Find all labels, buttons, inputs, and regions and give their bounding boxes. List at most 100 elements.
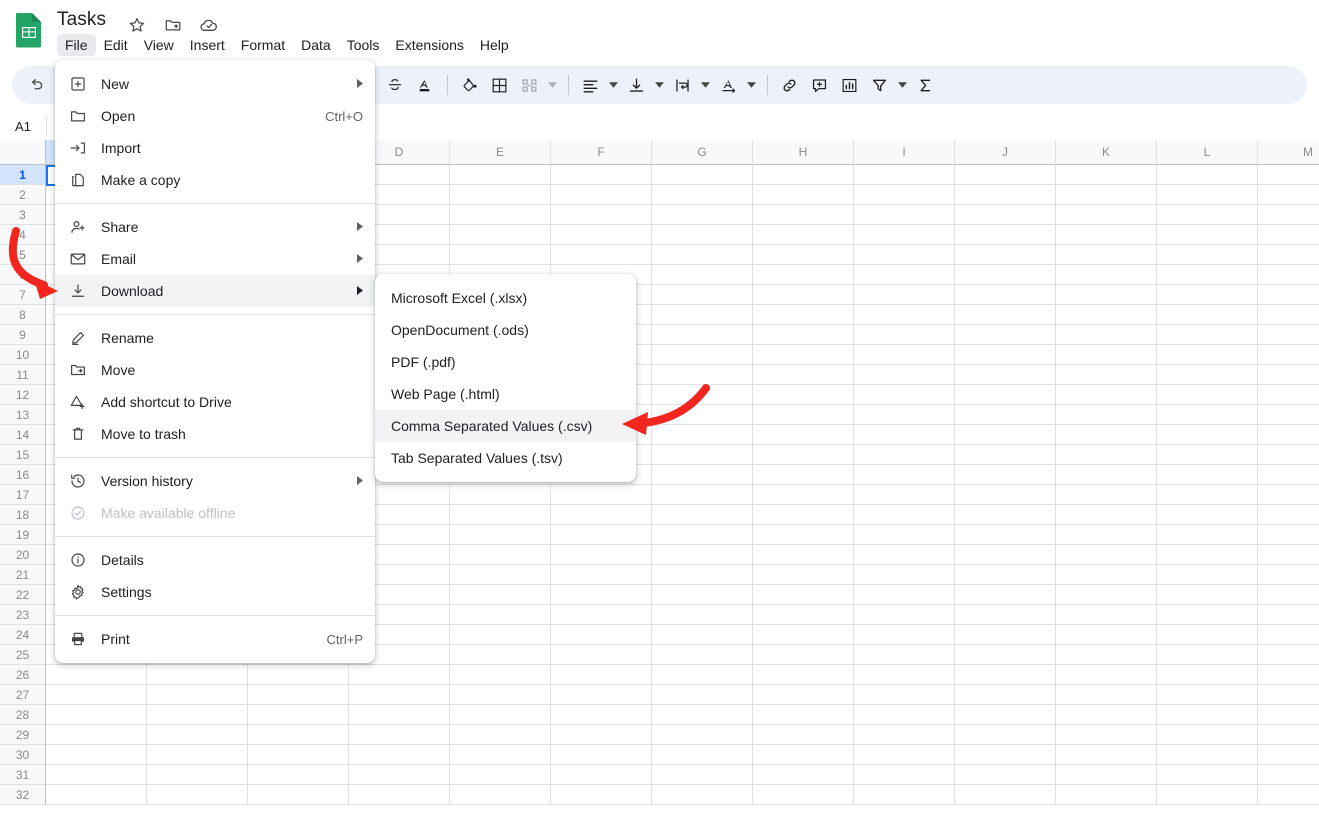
cell-H10[interactable] — [753, 345, 854, 365]
cell-M24[interactable] — [1258, 625, 1319, 645]
insert-comment-icon[interactable] — [806, 71, 834, 99]
cell-G9[interactable] — [652, 325, 753, 345]
undo-icon[interactable] — [22, 71, 50, 99]
cell-G10[interactable] — [652, 345, 753, 365]
cell-H11[interactable] — [753, 365, 854, 385]
cell-I21[interactable] — [854, 565, 955, 585]
cell-E27[interactable] — [450, 685, 551, 705]
cell-H25[interactable] — [753, 645, 854, 665]
cell-H30[interactable] — [753, 745, 854, 765]
file-menu-item-add-shortcut-to-drive[interactable]: Add shortcut to Drive — [55, 386, 375, 418]
cell-A26[interactable] — [46, 665, 147, 685]
cell-G19[interactable] — [652, 525, 753, 545]
cell-K21[interactable] — [1056, 565, 1157, 585]
cell-G23[interactable] — [652, 605, 753, 625]
cell-K28[interactable] — [1056, 705, 1157, 725]
cell-A27[interactable] — [46, 685, 147, 705]
cell-G13[interactable] — [652, 405, 753, 425]
cell-L2[interactable] — [1157, 185, 1258, 205]
cell-J7[interactable] — [955, 285, 1056, 305]
cell-F23[interactable] — [551, 605, 652, 625]
cell-G28[interactable] — [652, 705, 753, 725]
cell-M29[interactable] — [1258, 725, 1319, 745]
cell-I18[interactable] — [854, 505, 955, 525]
cell-F1[interactable] — [551, 165, 652, 185]
cell-K18[interactable] — [1056, 505, 1157, 525]
cell-H7[interactable] — [753, 285, 854, 305]
row-header-32[interactable]: 32 — [0, 785, 46, 805]
cell-C27[interactable] — [248, 685, 349, 705]
name-box[interactable]: A1 — [0, 112, 46, 140]
cell-H2[interactable] — [753, 185, 854, 205]
cell-M23[interactable] — [1258, 605, 1319, 625]
cell-G20[interactable] — [652, 545, 753, 565]
cell-M6[interactable] — [1258, 265, 1319, 285]
cell-J22[interactable] — [955, 585, 1056, 605]
row-header-20[interactable]: 20 — [0, 545, 46, 565]
cell-A30[interactable] — [46, 745, 147, 765]
cell-F3[interactable] — [551, 205, 652, 225]
menu-extensions[interactable]: Extensions — [387, 34, 471, 56]
cell-J16[interactable] — [955, 465, 1056, 485]
menu-view[interactable]: View — [136, 34, 182, 56]
fill-color-icon[interactable] — [456, 71, 484, 99]
cell-L20[interactable] — [1157, 545, 1258, 565]
cell-L27[interactable] — [1157, 685, 1258, 705]
cell-L3[interactable] — [1157, 205, 1258, 225]
file-menu-item-details[interactable]: Details — [55, 544, 375, 576]
cell-E28[interactable] — [450, 705, 551, 725]
column-header-K[interactable]: K — [1056, 140, 1157, 165]
cell-H20[interactable] — [753, 545, 854, 565]
cell-K32[interactable] — [1056, 785, 1157, 805]
cell-M18[interactable] — [1258, 505, 1319, 525]
cell-K12[interactable] — [1056, 385, 1157, 405]
cell-L18[interactable] — [1157, 505, 1258, 525]
cell-H15[interactable] — [753, 445, 854, 465]
cell-K20[interactable] — [1056, 545, 1157, 565]
file-menu-item-open[interactable]: OpenCtrl+O — [55, 100, 375, 132]
row-header-26[interactable]: 26 — [0, 665, 46, 685]
cell-I3[interactable] — [854, 205, 955, 225]
cell-L25[interactable] — [1157, 645, 1258, 665]
cell-L31[interactable] — [1157, 765, 1258, 785]
cell-G16[interactable] — [652, 465, 753, 485]
cell-K24[interactable] — [1056, 625, 1157, 645]
cell-J12[interactable] — [955, 385, 1056, 405]
cell-G27[interactable] — [652, 685, 753, 705]
row-header-30[interactable]: 30 — [0, 745, 46, 765]
cell-G32[interactable] — [652, 785, 753, 805]
row-header-29[interactable]: 29 — [0, 725, 46, 745]
file-menu-item-make-a-copy[interactable]: Make a copy — [55, 164, 375, 196]
cell-K13[interactable] — [1056, 405, 1157, 425]
cell-M10[interactable] — [1258, 345, 1319, 365]
cell-M13[interactable] — [1258, 405, 1319, 425]
cell-E30[interactable] — [450, 745, 551, 765]
menu-insert[interactable]: Insert — [182, 34, 233, 56]
download-item-web-page-html[interactable]: Web Page (.html) — [375, 378, 636, 410]
cell-K7[interactable] — [1056, 285, 1157, 305]
cell-I29[interactable] — [854, 725, 955, 745]
cell-E24[interactable] — [450, 625, 551, 645]
cell-F24[interactable] — [551, 625, 652, 645]
cell-E19[interactable] — [450, 525, 551, 545]
menu-format[interactable]: Format — [233, 34, 293, 56]
cell-G4[interactable] — [652, 225, 753, 245]
cell-M3[interactable] — [1258, 205, 1319, 225]
cell-D26[interactable] — [349, 665, 450, 685]
cell-F27[interactable] — [551, 685, 652, 705]
cell-D28[interactable] — [349, 705, 450, 725]
row-header-13[interactable]: 13 — [0, 405, 46, 425]
cell-I20[interactable] — [854, 545, 955, 565]
cell-J8[interactable] — [955, 305, 1056, 325]
cell-I12[interactable] — [854, 385, 955, 405]
cell-F18[interactable] — [551, 505, 652, 525]
cell-K16[interactable] — [1056, 465, 1157, 485]
cell-D27[interactable] — [349, 685, 450, 705]
cell-K27[interactable] — [1056, 685, 1157, 705]
cell-H5[interactable] — [753, 245, 854, 265]
row-header-18[interactable]: 18 — [0, 505, 46, 525]
cell-C29[interactable] — [248, 725, 349, 745]
cell-D31[interactable] — [349, 765, 450, 785]
cell-E1[interactable] — [450, 165, 551, 185]
cell-A28[interactable] — [46, 705, 147, 725]
